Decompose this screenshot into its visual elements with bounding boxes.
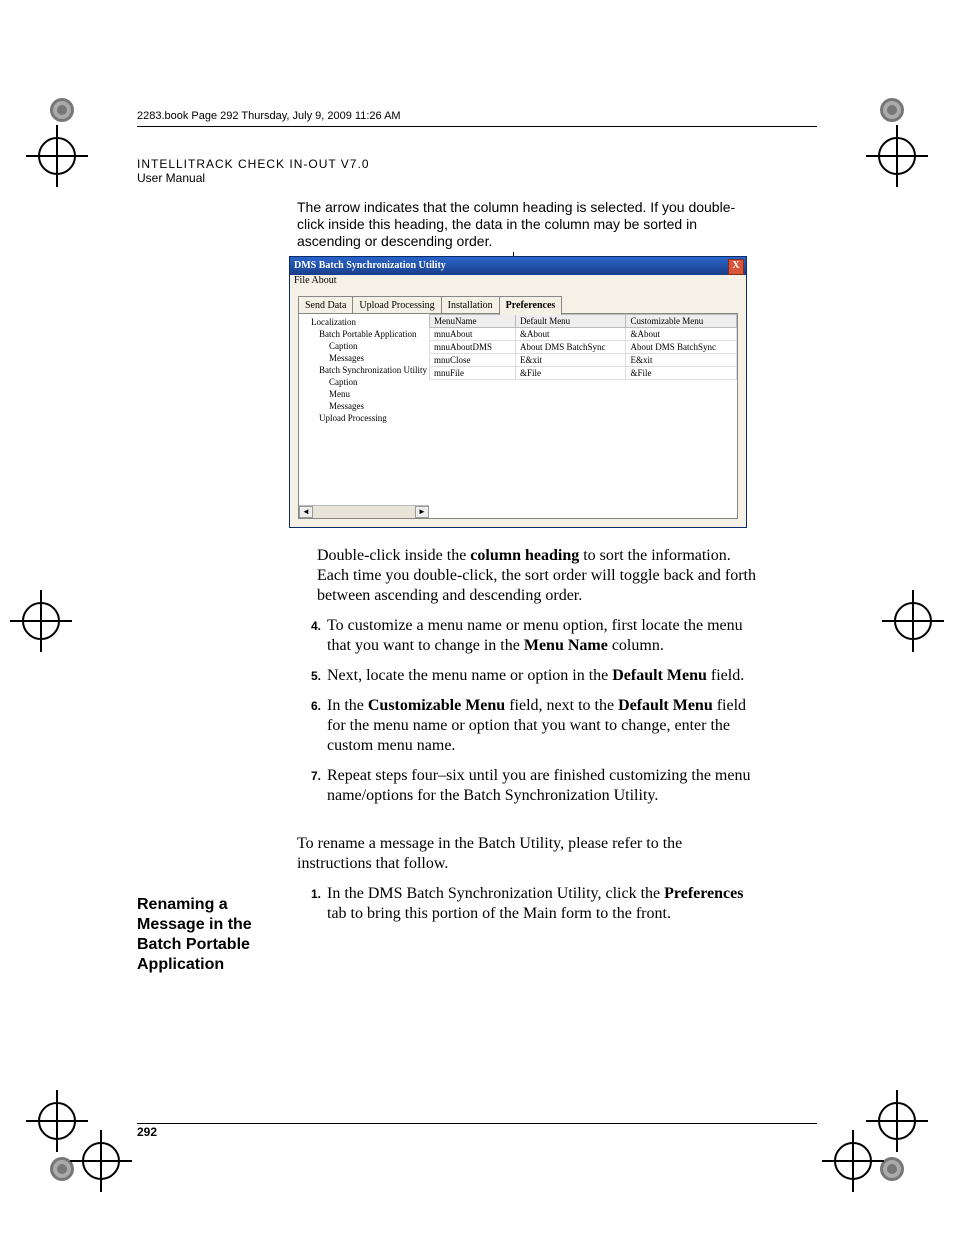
step-number: 4. bbox=[297, 616, 327, 656]
text: Next, locate the menu name or option in … bbox=[327, 667, 612, 684]
tree-node[interactable]: Batch Portable Application bbox=[301, 328, 429, 340]
window-titlebar: DMS Batch Synchronization Utility X bbox=[290, 257, 746, 275]
tree-node[interactable]: Upload Processing bbox=[301, 412, 429, 424]
grid-panel: MenuName Default Menu Customizable Menu … bbox=[429, 314, 737, 518]
book-header: 2283.book Page 292 Thursday, July 9, 200… bbox=[137, 110, 817, 122]
col-defaultmenu[interactable]: Default Menu bbox=[515, 315, 626, 328]
registration-mark-icon bbox=[26, 125, 88, 187]
cell: mnuFile bbox=[430, 367, 516, 380]
page-number: 292 bbox=[137, 1125, 157, 1139]
section2-step-1: 1. In the DMS Batch Synchronization Util… bbox=[297, 884, 757, 924]
tree-node[interactable]: Batch Synchronization Utility bbox=[301, 364, 429, 376]
text-bold: Preferences bbox=[664, 885, 743, 902]
step-number: 5. bbox=[297, 666, 327, 686]
cell: &About bbox=[515, 328, 626, 341]
tree-node[interactable]: Messages bbox=[301, 352, 429, 364]
step-number: 6. bbox=[297, 696, 327, 756]
tree-node[interactable]: Menu bbox=[301, 388, 429, 400]
step-5: 5. Next, locate the menu name or option … bbox=[297, 666, 757, 686]
table-row[interactable]: mnuAbout&About&About bbox=[430, 328, 737, 341]
text: field, next to the bbox=[505, 697, 618, 714]
scroll-right-icon[interactable]: ► bbox=[415, 506, 429, 518]
tree-node[interactable]: Messages bbox=[301, 400, 429, 412]
text: tab to bring this portion of the Main fo… bbox=[327, 905, 671, 922]
text-bold: Customizable Menu bbox=[368, 697, 505, 714]
text-bold: Menu Name bbox=[524, 637, 608, 654]
text: Double-click inside the bbox=[317, 547, 470, 564]
table-row[interactable]: mnuCloseE&xitE&xit bbox=[430, 354, 737, 367]
text: In the DMS Batch Synchronization Utility… bbox=[327, 885, 664, 902]
col-menuname[interactable]: MenuName bbox=[430, 315, 516, 328]
menu-grid: MenuName Default Menu Customizable Menu … bbox=[429, 314, 737, 380]
window-menubar[interactable]: File About bbox=[290, 275, 746, 289]
registration-mark-icon bbox=[882, 590, 944, 652]
text: field. bbox=[707, 667, 744, 684]
cell: About DMS BatchSync bbox=[626, 341, 737, 354]
col-custommenu[interactable]: Customizable Menu bbox=[626, 315, 737, 328]
tree-panel[interactable]: Localization Batch Portable Application … bbox=[299, 314, 430, 518]
cell: &File bbox=[515, 367, 626, 380]
scroll-left-icon[interactable]: ◄ bbox=[299, 506, 313, 518]
cell: E&xit bbox=[626, 354, 737, 367]
text: Repeat steps four–six until you are fini… bbox=[327, 766, 757, 806]
step-number: 1. bbox=[297, 884, 327, 924]
cell: &File bbox=[626, 367, 737, 380]
step-4: 4. To customize a menu name or menu opti… bbox=[297, 616, 757, 656]
after-shot-paragraph: Double-click inside the column heading t… bbox=[317, 546, 757, 606]
lead-paragraph: The arrow indicates that the column head… bbox=[297, 199, 757, 250]
cell: mnuClose bbox=[430, 354, 516, 367]
tree-node[interactable]: Caption bbox=[301, 340, 429, 352]
cell: mnuAboutDMS bbox=[430, 341, 516, 354]
step-7: 7. Repeat steps four–six until you are f… bbox=[297, 766, 757, 806]
footer-rule bbox=[137, 1123, 817, 1124]
cell: mnuAbout bbox=[430, 328, 516, 341]
registration-mark-icon bbox=[10, 590, 72, 652]
running-head-title: INTELLITRACK CHECK IN-OUT V7.0 bbox=[137, 157, 817, 171]
registration-mark-icon bbox=[822, 1130, 884, 1192]
text: In the bbox=[327, 697, 368, 714]
window-title: DMS Batch Synchronization Utility bbox=[294, 260, 446, 271]
header-rule bbox=[137, 126, 817, 127]
table-row[interactable]: mnuFile&File&File bbox=[430, 367, 737, 380]
tab-preferences[interactable]: Preferences bbox=[499, 296, 563, 315]
close-icon[interactable]: X bbox=[728, 259, 744, 275]
section2-intro: To rename a message in the Batch Utility… bbox=[297, 834, 757, 874]
text: column. bbox=[608, 637, 664, 654]
step-6: 6. In the Customizable Menu field, next … bbox=[297, 696, 757, 756]
tree-node[interactable]: Localization bbox=[301, 316, 429, 328]
tabstrip: Send DataUpload ProcessingInstallationPr… bbox=[290, 293, 746, 313]
running-head-sub: User Manual bbox=[137, 171, 817, 185]
crop-dot-icon bbox=[48, 96, 76, 124]
cell: &About bbox=[626, 328, 737, 341]
cell: About DMS BatchSync bbox=[515, 341, 626, 354]
text-bold: column heading bbox=[470, 547, 579, 564]
table-row[interactable]: mnuAboutDMSAbout DMS BatchSyncAbout DMS … bbox=[430, 341, 737, 354]
table-header-row: MenuName Default Menu Customizable Menu bbox=[430, 315, 737, 328]
registration-mark-icon bbox=[70, 1130, 132, 1192]
side-heading: Renaming a Message in the Batch Portable… bbox=[137, 895, 287, 975]
text-bold: Default Menu bbox=[618, 697, 713, 714]
cell: E&xit bbox=[515, 354, 626, 367]
step-number: 7. bbox=[297, 766, 327, 806]
tree-hscrollbar[interactable]: ◄ ► bbox=[299, 505, 429, 518]
text-bold: Default Menu bbox=[612, 667, 707, 684]
screenshot-dms-batch-sync: DMS Batch Synchronization Utility X File… bbox=[289, 256, 747, 528]
registration-mark-icon bbox=[866, 125, 928, 187]
crop-dot-icon bbox=[878, 96, 906, 124]
tree-node[interactable]: Caption bbox=[301, 376, 429, 388]
